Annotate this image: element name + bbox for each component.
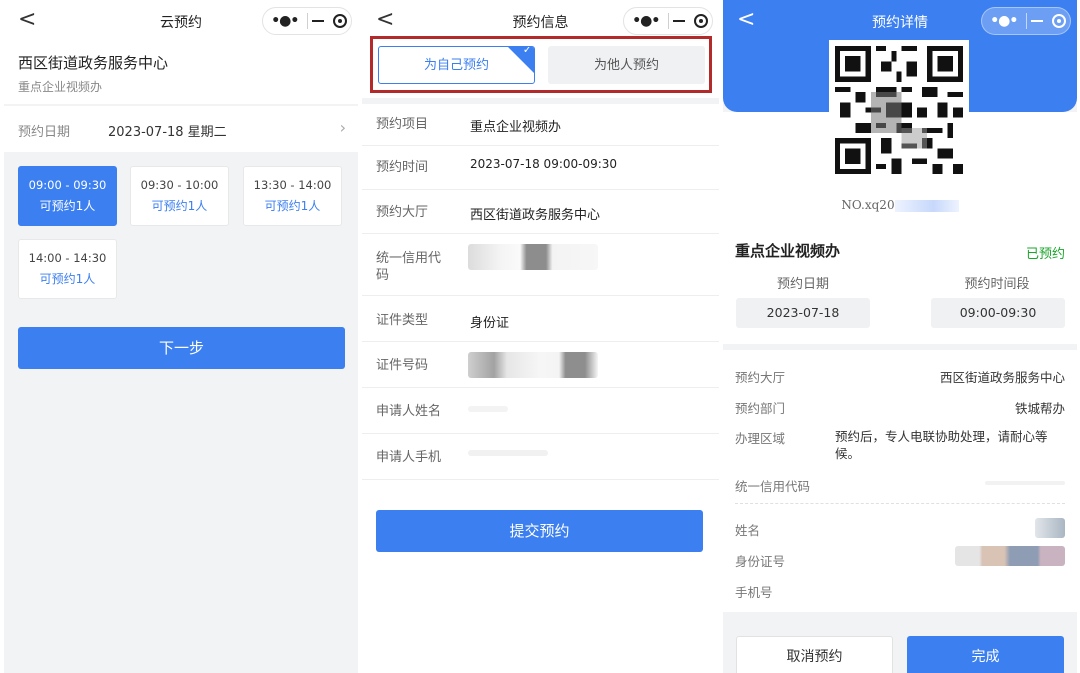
date-value-box: 2023-07-18 <box>736 298 870 328</box>
mini-program-capsule: •●• <box>981 7 1071 35</box>
check-icon: ✓ <box>522 46 532 56</box>
date-label: 预约日期 <box>18 125 71 140</box>
field-label: 申请人姓名 <box>376 404 442 419</box>
project-title: 重点企业视频办 <box>735 242 841 260</box>
close-circle-icon[interactable] <box>690 14 712 28</box>
field-value: 西区街道政务服务中心 <box>470 208 601 223</box>
tab-book-for-other[interactable]: 为他人预约 <box>548 46 705 84</box>
slot-availability: 可预约1人 <box>264 199 321 213</box>
field-value: 2023-07-18 09:00-09:30 <box>470 157 618 171</box>
field-label: 预约项目 <box>376 117 429 132</box>
booking-number: NO.xq20 <box>723 198 1077 212</box>
close-circle-icon[interactable] <box>329 14 351 28</box>
field-label: 证件类型 <box>376 313 429 328</box>
redacted-value <box>985 481 1065 485</box>
field-label: 预约大厅 <box>376 205 429 220</box>
tab-book-for-self[interactable]: 为自己预约 ✓ <box>378 46 535 84</box>
time-slot[interactable]: 09:00 - 09:30 可预约1人 <box>18 166 117 226</box>
more-dots-icon[interactable]: •●• <box>624 13 668 29</box>
slot-time: 09:30 - 10:00 <box>140 178 219 192</box>
booking-time-screen: < 云预约 •●• 西区街道政务服务中心 重点企业视频办 预约日期 2023-0… <box>4 0 358 673</box>
form-row: 预约时间 2023-07-18 09:00-09:30 <box>362 146 719 190</box>
minimize-icon[interactable] <box>307 20 329 22</box>
more-dots-icon[interactable]: •●• <box>263 13 307 29</box>
submit-booking-button[interactable]: 提交预约 <box>376 510 703 552</box>
booking-detail-screen: < 预约详情 •●• NO.xq20 重点企业视频办 已预约 预约日期 预约时间… <box>723 0 1077 673</box>
redacted-value <box>955 546 1065 566</box>
form-row: 统一信用代码 <box>362 234 719 296</box>
mini-program-capsule: •●• <box>262 7 352 35</box>
field-label: 申请人手机 <box>376 450 442 465</box>
field-label: 预约时间 <box>376 160 429 175</box>
slot-time: 14:00 - 14:30 <box>28 251 107 265</box>
redacted-value <box>468 450 548 456</box>
form-row: 证件类型 身份证 <box>362 296 719 342</box>
form-row: 申请人手机 <box>362 434 719 480</box>
chevron-right-icon: › <box>339 118 346 137</box>
center-name: 西区街道政务服务中心 <box>18 54 169 72</box>
form-row: 预约大厅 西区街道政务服务中心 <box>362 190 719 234</box>
time-header: 预约时间段 <box>964 277 1030 292</box>
redacted-value <box>894 199 959 212</box>
detail-value: 西区街道政务服务中心 <box>939 370 1065 385</box>
form-row: 申请人姓名 <box>362 388 719 434</box>
redacted-value <box>468 406 508 412</box>
slot-availability: 可预约1人 <box>39 199 96 213</box>
detail-label: 预约大厅 <box>735 370 786 385</box>
date-selector[interactable]: 预约日期 2023-07-18 星期二 › <box>4 106 358 152</box>
form-row: 证件号码 <box>362 342 719 388</box>
minimize-icon[interactable] <box>668 20 690 22</box>
form-row: 预约项目 重点企业视频办 <box>362 104 719 146</box>
time-slot[interactable]: 14:00 - 14:30 可预约1人 <box>18 239 117 299</box>
time-slot[interactable]: 09:30 - 10:00 可预约1人 <box>130 166 229 226</box>
slot-time: 09:00 - 09:30 <box>28 178 107 192</box>
time-slot[interactable]: 13:30 - 14:00 可预约1人 <box>243 166 342 226</box>
field-label: 统一信用代码 <box>376 251 442 283</box>
nav-bar: < 预约详情 •●• <box>723 0 1077 42</box>
slot-time: 13:30 - 14:00 <box>253 178 332 192</box>
minimize-icon[interactable] <box>1026 20 1048 22</box>
cancel-booking-button[interactable]: 取消预约 <box>736 636 893 673</box>
mini-program-capsule: •●• <box>623 7 713 35</box>
time-value-box: 09:00-09:30 <box>931 298 1065 328</box>
slot-availability: 可预约1人 <box>39 272 96 286</box>
detail-label: 身份证号 <box>735 554 786 569</box>
date-value: 2023-07-18 星期二 <box>108 125 227 140</box>
status-badge: 已预约 <box>1025 247 1065 262</box>
service-center-header: 西区街道政务服务中心 重点企业视频办 <box>4 42 358 104</box>
detail-label: 办理区域 <box>735 431 786 446</box>
slot-availability: 可预约1人 <box>151 199 208 213</box>
detail-list: 预约大厅 西区街道政务服务中心 预约部门 铁城帮办 办理区域 预约后，专人电联协… <box>723 350 1077 612</box>
detail-label: 手机号 <box>735 585 773 600</box>
nav-bar: < 云预约 •●• <box>4 0 358 42</box>
field-value: 重点企业视频办 <box>470 120 562 135</box>
field-label: 证件号码 <box>376 358 429 373</box>
close-circle-icon[interactable] <box>1048 14 1070 28</box>
field-value: 身份证 <box>470 316 510 331</box>
redacted-value <box>468 352 598 378</box>
more-dots-icon[interactable]: •●• <box>982 13 1026 29</box>
detail-label: 统一信用代码 <box>735 479 811 494</box>
tab-label: 为自己预约 <box>423 58 489 73</box>
detail-label: 预约部门 <box>735 401 786 416</box>
detail-label: 姓名 <box>735 523 761 538</box>
booking-info-screen: < 预约信息 •●• 为自己预约 ✓ 为他人预约 预约项目 重点企业视频办 预约… <box>362 0 719 673</box>
qr-code <box>829 40 969 180</box>
detail-value: 铁城帮办 <box>1014 401 1065 416</box>
center-subtitle: 重点企业视频办 <box>18 80 103 94</box>
next-step-button[interactable]: 下一步 <box>18 327 345 369</box>
redacted-value <box>468 244 598 270</box>
redacted-value <box>1035 518 1065 538</box>
detail-value: 预约后，专人电联协助处理，请耐心等候。 <box>835 429 1048 461</box>
done-button[interactable]: 完成 <box>907 636 1064 673</box>
date-header: 预约日期 <box>776 277 829 292</box>
